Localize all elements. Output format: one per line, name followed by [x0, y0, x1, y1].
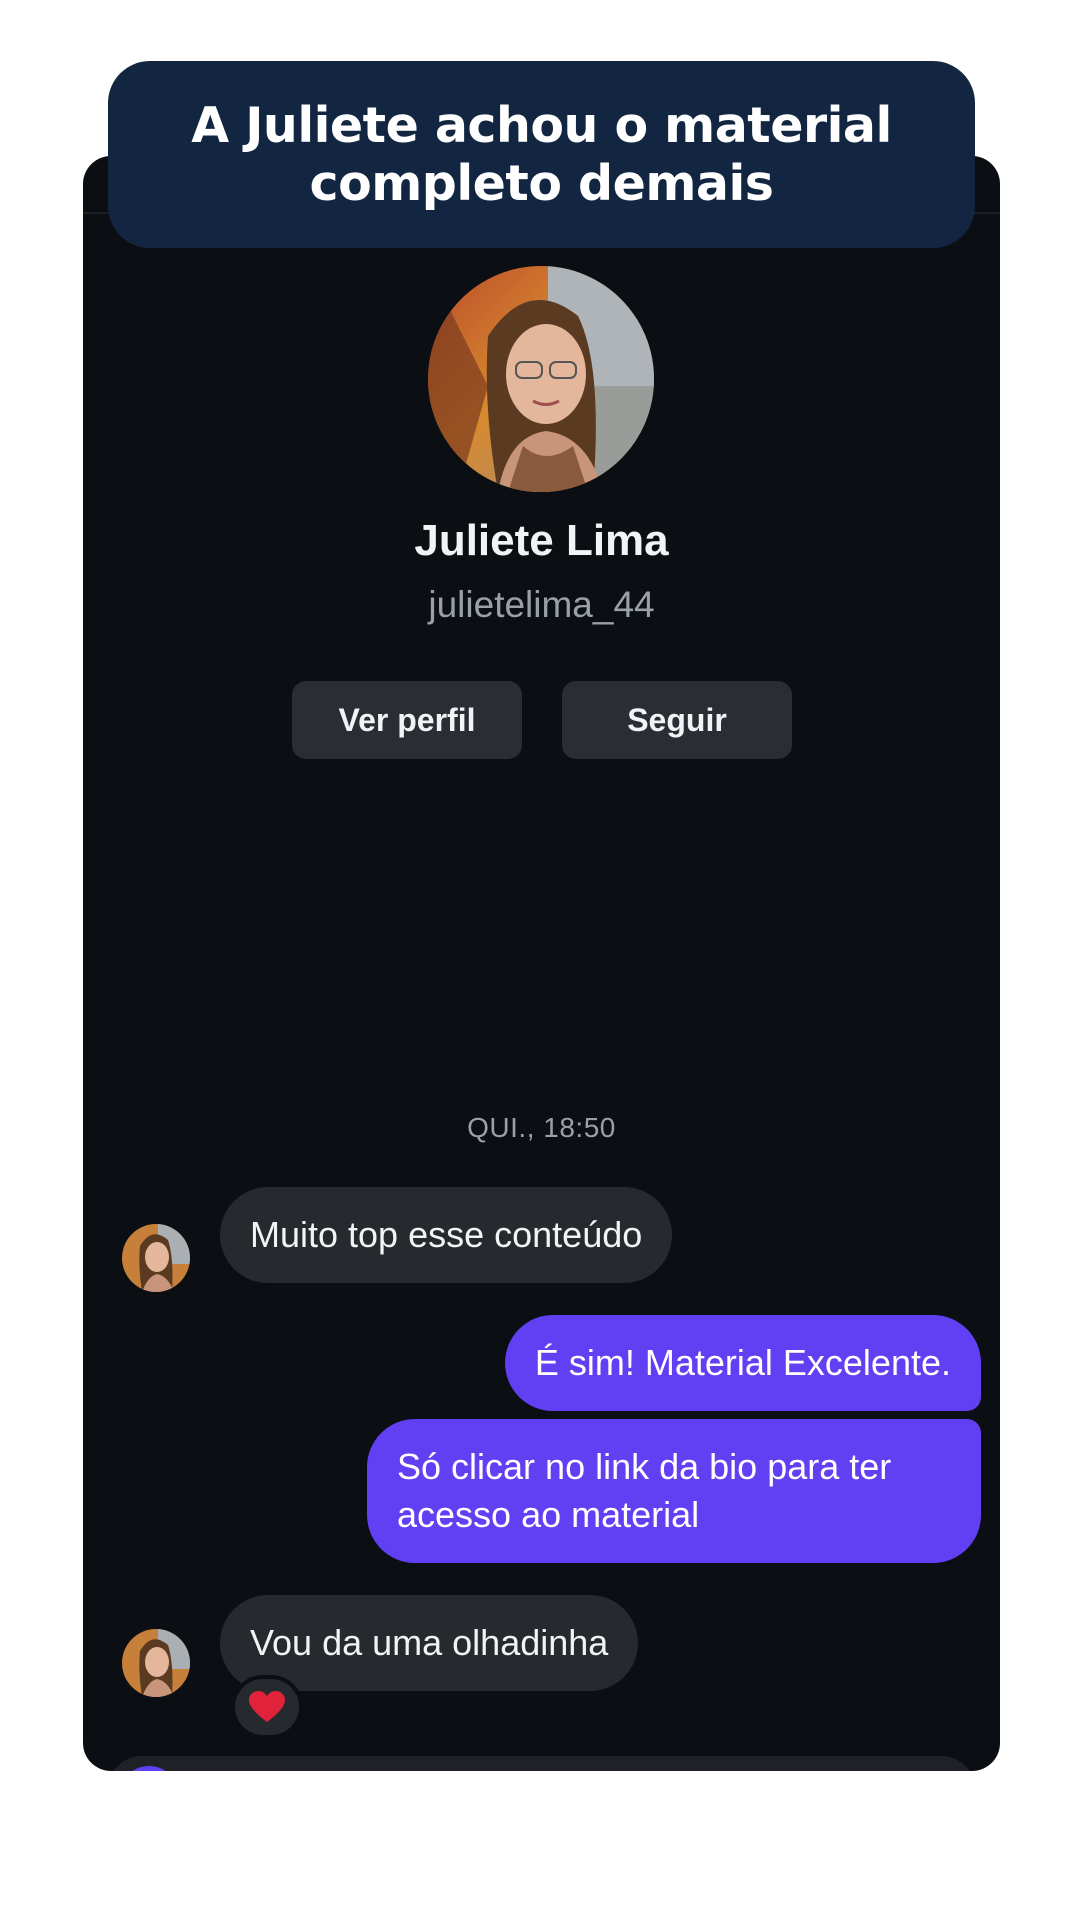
camera-icon[interactable]: [119, 1766, 179, 1771]
message-timestamp: QUI., 18:50: [467, 1112, 616, 1143]
message-composer[interactable]: [107, 1756, 976, 1771]
heart-icon: [249, 1691, 285, 1722]
headline-title: A Juliete achou o material completo dema…: [191, 96, 892, 212]
message-bubble-outgoing[interactable]: É sim! Material Excelente.: [504, 1315, 981, 1411]
headline-banner: A Juliete achou o material completo dema…: [108, 61, 975, 248]
message-bubble-outgoing[interactable]: Só clicar no link da bio para ter acesso…: [367, 1419, 981, 1563]
follow-button[interactable]: Seguir: [562, 681, 792, 759]
view-profile-button[interactable]: Ver perfil: [292, 681, 522, 759]
sender-avatar[interactable]: [122, 1224, 190, 1292]
profile-username: julietelima_44: [428, 584, 655, 625]
chat-window: Juliete Lima julietelima_44 Ver perfil S…: [83, 156, 1000, 1771]
message-reaction[interactable]: [231, 1675, 303, 1739]
profile-name: Juliete Lima: [414, 516, 669, 565]
profile-avatar[interactable]: [428, 266, 654, 492]
sender-avatar[interactable]: [122, 1629, 190, 1697]
message-bubble-incoming[interactable]: Muito top esse conteúdo: [220, 1187, 673, 1283]
screen: Juliete Lima julietelima_44 Ver perfil S…: [0, 0, 1080, 1920]
